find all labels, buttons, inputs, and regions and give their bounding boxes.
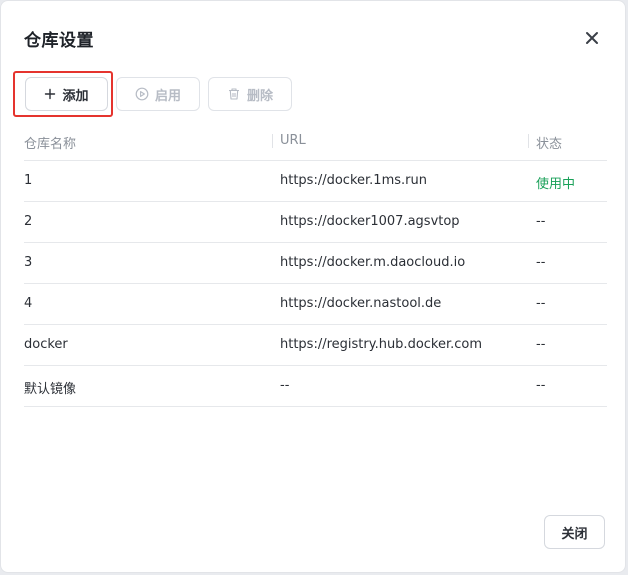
table-row[interactable]: 1 https://docker.1ms.run 使用中 [24,161,607,202]
dialog-title: 仓库设置 [24,31,94,51]
row-status: -- [536,296,546,311]
row-status: -- [536,337,546,352]
table-row[interactable]: 4 https://docker.nastool.de -- [24,284,607,325]
row-status: -- [536,255,546,270]
row-name: 1 [24,173,33,188]
row-url: https://docker.nastool.de [280,296,442,311]
close-icon[interactable] [582,28,602,48]
row-url: https://docker.m.daocloud.io [280,255,466,270]
delete-button-label: 删除 [246,88,273,104]
registry-settings-dialog: 仓库设置 添加 启用 删除 仓库名称 URL 状态 1 https://dock… [0,0,626,573]
table-row[interactable]: 3 https://docker.m.daocloud.io -- [24,243,607,284]
close-button[interactable]: 关闭 [544,515,605,549]
row-status: -- [536,378,546,393]
row-status: -- [536,214,546,229]
table-row[interactable]: 默认镜像 -- -- [24,366,607,407]
column-header-url: URL [280,133,306,148]
enable-button[interactable]: 启用 [116,77,200,111]
row-name: 2 [24,214,33,229]
table-header: 仓库名称 URL 状态 [24,123,607,161]
add-button-label: 添加 [62,88,89,104]
delete-button[interactable]: 删除 [208,77,292,111]
enable-button-label: 启用 [154,88,181,104]
row-url: -- [280,378,290,393]
row-name: 4 [24,296,33,311]
trash-icon [227,87,241,101]
column-header-status: 状态 [536,137,563,152]
column-divider [528,134,529,148]
row-url: https://registry.hub.docker.com [280,337,483,352]
column-header-name: 仓库名称 [24,137,77,152]
add-button[interactable]: 添加 [25,77,108,111]
row-status: 使用中 [536,177,576,192]
row-name: docker [24,337,68,352]
play-circle-icon [135,87,149,101]
registry-table: 仓库名称 URL 状态 1 https://docker.1ms.run 使用中… [24,123,607,407]
plus-icon [44,88,56,100]
row-url: https://docker.1ms.run [280,173,427,188]
row-name: 3 [24,255,33,270]
table-row[interactable]: 2 https://docker1007.agsvtop -- [24,202,607,243]
table-row[interactable]: docker https://registry.hub.docker.com -… [24,325,607,366]
row-name: 默认镜像 [24,382,77,397]
column-divider [272,134,273,148]
row-url: https://docker1007.agsvtop [280,214,460,229]
